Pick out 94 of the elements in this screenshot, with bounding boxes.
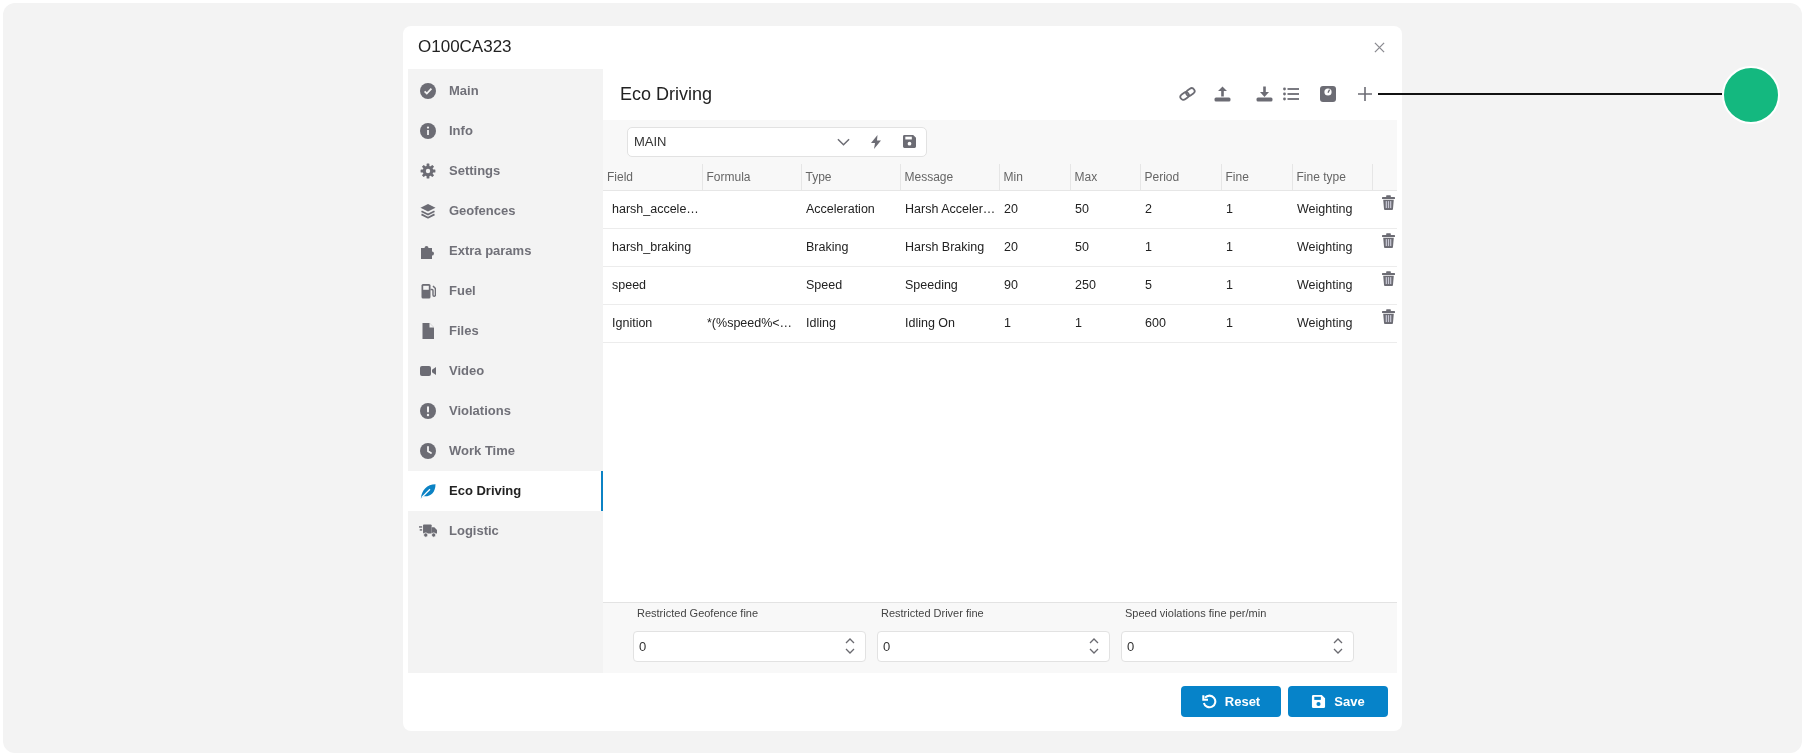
dialog-title: O100CA323 (418, 37, 512, 57)
link-icon[interactable] (1178, 86, 1197, 102)
plus-icon[interactable] (1358, 87, 1372, 101)
table-cell: 1 (1070, 304, 1140, 342)
list-icon[interactable] (1283, 86, 1299, 102)
info-icon (420, 122, 436, 139)
spinner-icon[interactable] (1089, 638, 1099, 654)
column-header: Fine (1221, 163, 1292, 190)
bolt-icon[interactable] (871, 134, 881, 149)
section-title: Eco Driving (620, 83, 714, 105)
trash-icon[interactable] (1382, 270, 1395, 286)
truck-icon (419, 523, 437, 538)
table-cell: Speed (801, 266, 900, 304)
table-cell: Idling On (900, 304, 999, 342)
table-cell: Weighting (1292, 190, 1372, 228)
column-header: Fine type (1292, 163, 1372, 190)
table-cell: 20 (999, 190, 1070, 228)
column-header: Max (1070, 163, 1140, 190)
table-cell: Braking (801, 228, 900, 266)
sidebar-item[interactable]: Video (408, 350, 603, 391)
sidebar-item[interactable]: Logistic (408, 510, 603, 551)
table-cell: Harsh Braking (900, 228, 999, 266)
save-button[interactable]: Save (1288, 685, 1388, 717)
sidebar-item[interactable]: Violations (408, 390, 603, 431)
table-cell: *(%speed%<… (702, 304, 801, 342)
sidebar-item[interactable]: Settings (408, 150, 603, 191)
sidebar-item[interactable]: Fuel (408, 270, 603, 311)
table-cell: 20 (999, 228, 1070, 266)
table-cell: 2 (1140, 190, 1221, 228)
column-header: Formula (702, 163, 801, 190)
number-input[interactable]: 0 (633, 630, 866, 662)
file-icon (420, 322, 436, 339)
column-header: Type (801, 163, 900, 190)
fuel-pump-icon (420, 282, 436, 299)
table-cell: 5 (1140, 266, 1221, 304)
check-circle-icon (420, 82, 436, 99)
table-cell: 1 (999, 304, 1070, 342)
trash-icon[interactable] (1382, 308, 1395, 324)
trash-icon[interactable] (1382, 232, 1395, 248)
table-cell: Weighting (1292, 266, 1372, 304)
sidebar-item[interactable]: Main (408, 70, 603, 111)
number-input[interactable]: 0 (1121, 630, 1354, 662)
reset-icon (1201, 693, 1217, 709)
spinner-icon[interactable] (1333, 638, 1343, 654)
sidebar-item[interactable]: Eco Driving (408, 470, 603, 511)
chevron-down-icon[interactable] (837, 137, 850, 146)
table-cell: Ignition (603, 304, 702, 342)
clock-icon (420, 442, 436, 459)
close-icon[interactable] (1374, 41, 1385, 53)
sidebar-item[interactable]: Info (408, 110, 603, 151)
number-input[interactable]: 0 (877, 630, 1110, 662)
field-label: Restricted Geofence fine (636, 605, 760, 620)
sidebar-item[interactable]: Files (408, 310, 603, 351)
table-cell: 1 (1221, 304, 1292, 342)
column-header: Min (999, 163, 1070, 190)
gauge-icon[interactable] (1320, 86, 1336, 102)
gear-icon (420, 162, 436, 179)
table-cell: 1 (1221, 228, 1292, 266)
table-cell: 1 (1221, 190, 1292, 228)
table-cell: 50 (1070, 190, 1140, 228)
sidebar-item[interactable]: Extra params (408, 230, 603, 271)
table-cell: 1 (1140, 228, 1221, 266)
trash-icon[interactable] (1382, 194, 1395, 210)
table-cell: harsh_braking (603, 228, 702, 266)
table-cell: Speeding (900, 266, 999, 304)
profile-dropdown[interactable]: MAIN (628, 127, 850, 156)
table-cell: 90 (999, 266, 1070, 304)
save-icon[interactable] (903, 135, 916, 148)
table-cell: speed (603, 266, 702, 304)
column-header: Period (1140, 163, 1221, 190)
table-cell: 1 (1221, 266, 1292, 304)
exclamation-circle-icon (420, 402, 436, 419)
table-cell: 600 (1140, 304, 1221, 342)
layers-icon (420, 202, 436, 219)
leaf-icon (420, 482, 436, 499)
download-icon[interactable] (1256, 86, 1273, 102)
table-cell: Weighting (1292, 304, 1372, 342)
spinner-icon[interactable] (845, 638, 855, 654)
sidebar-item[interactable]: Work Time (408, 430, 603, 471)
table-cell: Acceleration (801, 190, 900, 228)
field-label: Restricted Driver fine (880, 605, 985, 620)
table-cell: Harsh Acceler… (900, 190, 999, 228)
column-header: Message (900, 163, 999, 190)
field-label: Speed violations fine per/min (1124, 605, 1268, 620)
sidebar-item[interactable]: Geofences (408, 190, 603, 231)
save-icon (1311, 693, 1327, 709)
table-cell: Idling (801, 304, 900, 342)
column-header: Field (603, 163, 702, 190)
reset-button[interactable]: Reset (1181, 685, 1281, 717)
upload-icon[interactable] (1214, 86, 1231, 102)
table-cell: 50 (1070, 228, 1140, 266)
table-cell: harsh_accele… (603, 190, 702, 228)
table-cell: 250 (1070, 266, 1140, 304)
table-cell: Weighting (1292, 228, 1372, 266)
